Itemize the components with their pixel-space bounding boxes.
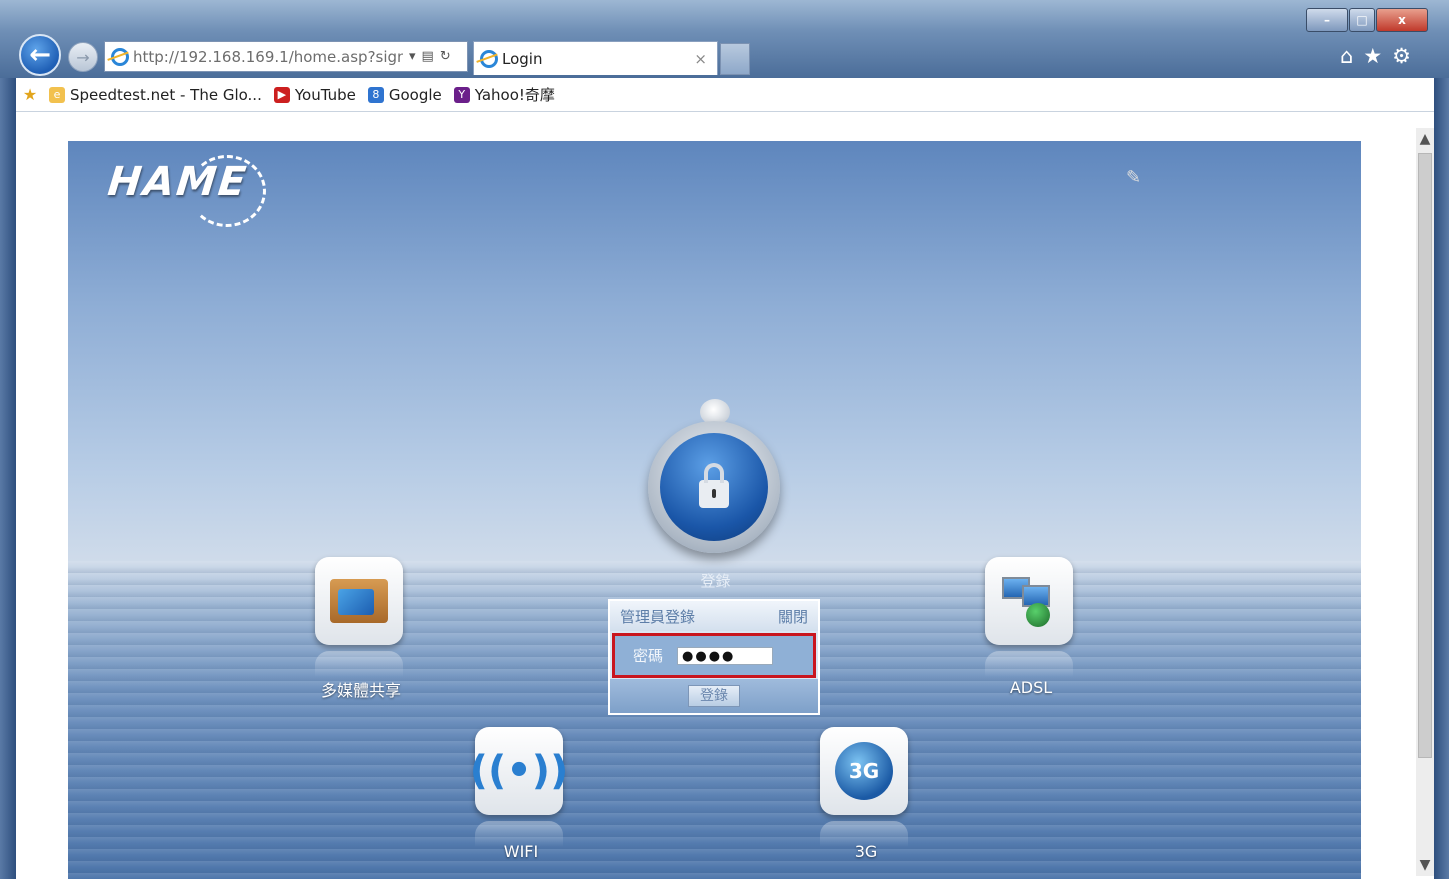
login-submit-button[interactable]: 登錄	[688, 685, 740, 707]
close-window-button[interactable]: x	[1376, 8, 1428, 32]
window-frame-right	[1434, 78, 1449, 879]
favorite-speedtest[interactable]: e Speedtest.net - The Glo...	[49, 86, 262, 104]
tab-title: Login	[502, 49, 543, 68]
app-media-share[interactable]: 多媒體共享	[315, 557, 407, 700]
browser-tab-login[interactable]: Login ×	[473, 41, 718, 75]
favorite-label: Yahoo!奇摩	[474, 86, 555, 104]
router-home-stage: HAME ✎ 登錄 管理員登錄 關閉 密碼 ●●●● 登錄 多媒體共享 ADSL…	[68, 141, 1361, 879]
google-icon: 8	[367, 86, 384, 103]
ie-page-icon	[111, 47, 129, 66]
home-icon[interactable]: ⌂	[1340, 44, 1353, 68]
new-tab-button[interactable]	[720, 43, 750, 75]
3g-globe-icon: 3G	[835, 742, 893, 800]
vertical-scrollbar[interactable]: ▲ ▼	[1416, 128, 1434, 876]
browser-tools: ⌂ ★ ⚙	[1340, 44, 1411, 68]
tab-close-icon[interactable]: ×	[694, 50, 707, 68]
back-button[interactable]: ←	[19, 34, 61, 76]
ie-page-icon: e	[49, 86, 65, 103]
tab-ie-icon	[480, 49, 498, 68]
refresh-icon[interactable]: ↻	[440, 49, 451, 64]
favorite-label: YouTube	[294, 85, 356, 104]
forward-arrow-icon: →	[76, 47, 90, 67]
favorite-yahoo[interactable]: Y Yahoo!奇摩	[453, 84, 555, 105]
scroll-down-icon[interactable]: ▼	[1416, 854, 1434, 876]
lock-face	[660, 433, 768, 541]
favorite-youtube[interactable]: ▶ YouTube	[273, 85, 356, 104]
app-tile	[985, 557, 1073, 645]
logo-swoosh	[188, 155, 266, 227]
gear-icon[interactable]: ⚙	[1392, 44, 1411, 68]
app-label: ADSL	[1009, 678, 1053, 697]
youtube-icon: ▶	[273, 86, 290, 103]
media-folder-icon	[330, 579, 388, 623]
scroll-thumb[interactable]	[1418, 153, 1432, 758]
lock-label[interactable]: 登錄	[668, 570, 763, 591]
favorites-star-icon[interactable]: ★	[22, 85, 43, 104]
scroll-up-icon[interactable]: ▲	[1416, 128, 1434, 150]
padlock-icon	[699, 463, 729, 508]
dialog-close-button[interactable]: 關閉	[778, 606, 808, 627]
favorites-bar: ★ e Speedtest.net - The Glo... ▶ YouTube…	[16, 78, 1434, 112]
login-lock-button[interactable]	[648, 399, 780, 559]
app-tile	[315, 557, 403, 645]
app-label: WIFI	[503, 842, 539, 861]
dialog-header: 管理員登錄 關閉	[610, 601, 818, 631]
wifi-icon: ((•))	[469, 748, 569, 794]
compat-view-icon[interactable]: ▤	[422, 49, 434, 64]
password-field[interactable]: ●●●●	[677, 646, 774, 665]
tile-reflection	[985, 651, 1073, 677]
address-bar[interactable]: http://192.168.169.1/home.asp?signin ▾ ▤…	[104, 41, 468, 72]
star-icon[interactable]: ★	[1363, 44, 1382, 68]
app-wifi[interactable]: ((•)) WIFI	[470, 727, 568, 861]
admin-login-dialog: 管理員登錄 關閉 密碼 ●●●● 登錄	[608, 599, 820, 715]
window-frame-left	[0, 78, 16, 879]
favorite-label: Speedtest.net - The Glo...	[70, 85, 262, 104]
minimize-button[interactable]: –	[1306, 8, 1348, 32]
dropdown-icon[interactable]: ▾	[409, 49, 416, 64]
dialog-footer: 登錄	[610, 679, 818, 713]
forward-button[interactable]: →	[68, 42, 98, 72]
app-label: 多媒體共享	[320, 681, 401, 700]
address-text[interactable]: http://192.168.169.1/home.asp?signin	[133, 48, 403, 66]
app-adsl[interactable]: ADSL	[985, 557, 1077, 697]
app-tile: 3G	[820, 727, 908, 815]
app-label: 3G	[854, 842, 878, 861]
favorite-google[interactable]: 8 Google	[367, 85, 442, 104]
dialog-title: 管理員登錄	[620, 607, 696, 626]
pointer-icon: ✎	[1126, 167, 1142, 188]
maximize-button[interactable]: □	[1349, 8, 1375, 32]
password-label: 密碼	[633, 647, 664, 665]
window-controls: – □ x	[1306, 8, 1429, 32]
tile-reflection	[315, 651, 403, 677]
back-arrow-icon: ←	[29, 40, 51, 70]
app-tile: ((•))	[470, 727, 568, 815]
page-viewport: HAME ✎ 登錄 管理員登錄 關閉 密碼 ●●●● 登錄 多媒體共享 ADSL…	[16, 112, 1434, 879]
favorite-label: Google	[388, 85, 442, 104]
yahoo-icon: Y	[453, 86, 470, 103]
password-row-highlight: 密碼 ●●●●	[612, 633, 816, 678]
network-globe-icon	[1000, 575, 1058, 627]
app-3g[interactable]: 3G 3G	[820, 727, 912, 861]
